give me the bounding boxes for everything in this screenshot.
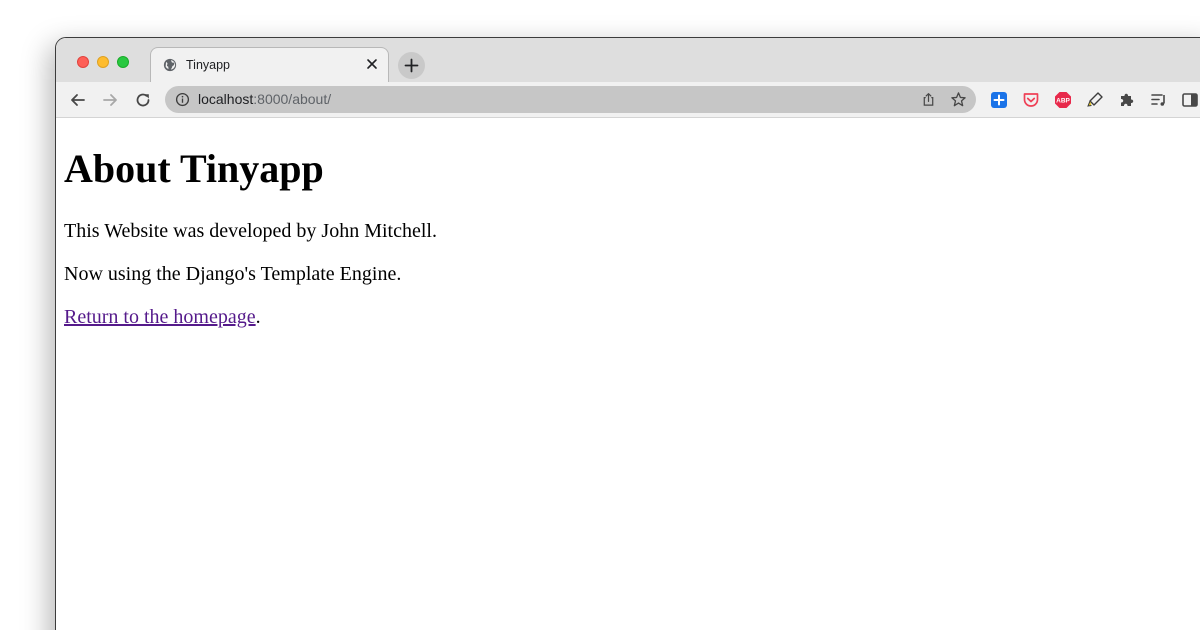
bookmark-star-icon[interactable] [950, 91, 967, 108]
close-window-button[interactable] [77, 56, 89, 68]
highlighter-icon[interactable] [1086, 91, 1104, 109]
browser-toolbar: localhost:8000/about/ ABP [56, 82, 1200, 118]
side-panel-icon[interactable] [1181, 91, 1199, 109]
plus-icon [404, 58, 419, 73]
tab-title: Tinyapp [186, 58, 231, 72]
adblock-icon[interactable]: ABP [1054, 91, 1072, 109]
puzzle-icon[interactable] [1118, 91, 1136, 109]
page-title: About Tinyapp [64, 146, 324, 191]
pocket-icon[interactable] [1022, 91, 1040, 109]
reading-list-icon[interactable] [1150, 91, 1168, 109]
url-path: :8000/about/ [253, 91, 332, 107]
plus-square-icon[interactable] [990, 91, 1008, 109]
svg-text:ABP: ABP [1056, 98, 1070, 105]
paragraph-developer: This Website was developed by John Mitch… [64, 220, 437, 242]
maximize-window-button[interactable] [117, 56, 129, 68]
title-bar: Tinyapp [56, 38, 1200, 83]
url-text: localhost:8000/about/ [198, 91, 331, 107]
return-homepage-link[interactable]: Return to the homepage [64, 306, 256, 328]
link-suffix: . [255, 306, 261, 328]
address-bar[interactable]: localhost:8000/about/ [165, 86, 976, 113]
url-host: localhost [198, 91, 254, 107]
tab-tinyapp[interactable]: Tinyapp [150, 47, 389, 83]
globe-icon [163, 58, 177, 72]
back-arrow-icon[interactable] [68, 90, 88, 110]
forward-arrow-icon[interactable] [100, 90, 120, 110]
paragraph-return-link: Return to the homepage. [64, 305, 261, 329]
close-tab-icon[interactable] [365, 57, 379, 71]
screenshot-stage: Tinyapp localhost:8000/about/ ABP About … [0, 0, 1200, 630]
browser-window: Tinyapp localhost:8000/about/ ABP About … [55, 37, 1200, 630]
paragraph-template-engine: Now using the Django's Template Engine. [64, 263, 402, 285]
share-icon[interactable] [921, 92, 936, 107]
minimize-window-button[interactable] [97, 56, 109, 68]
site-info-icon[interactable] [175, 92, 190, 107]
new-tab-button[interactable] [398, 52, 425, 79]
reload-icon[interactable] [133, 90, 153, 110]
